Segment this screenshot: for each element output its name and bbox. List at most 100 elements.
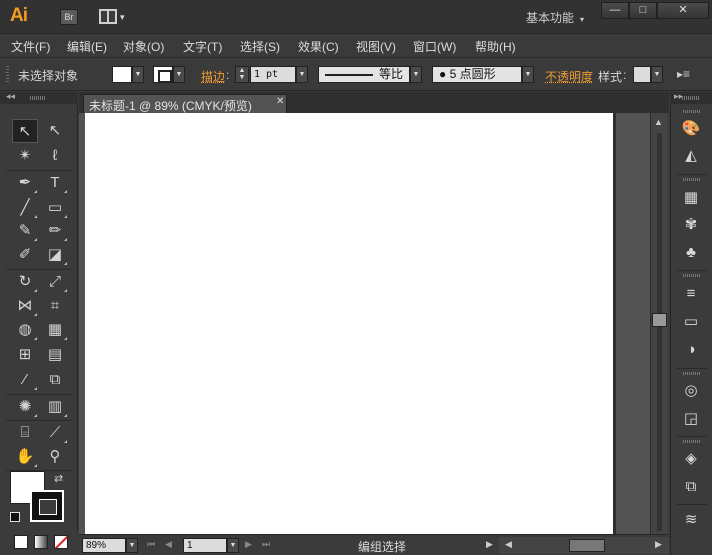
pencil-tool[interactable]: ✏ [42,219,68,243]
swatches-panel-icon[interactable]: ▦ [680,187,702,209]
rotate-tool[interactable]: ↻ [12,270,38,294]
layers-stack-panel-icon[interactable]: ≋ [680,509,702,531]
panel-grip[interactable] [682,96,700,100]
color-panel-icon[interactable]: 🎨 [680,118,702,140]
menu-help[interactable]: 帮助(H) [475,38,516,55]
stroke-panel-icon[interactable]: ≡ [680,283,702,305]
paintbrush-tool[interactable]: ✎ [12,219,38,243]
profile-dropdown[interactable]: ▼ [410,66,422,83]
zoom-input[interactable]: 89% [82,538,126,553]
scroll-up-icon[interactable]: ▲ [654,117,663,127]
scale-tool[interactable]: ⤢ [42,270,68,294]
gradient-mode-button[interactable] [34,535,48,549]
stroke-color-swatch[interactable] [153,66,173,83]
canvas-area[interactable] [79,113,650,534]
menu-object[interactable]: 对象(O) [123,38,164,55]
shape-builder-tool[interactable]: ◍ [12,318,38,342]
brush-definition[interactable]: ● 5 点圆形 [432,66,522,83]
blob-brush-tool[interactable]: ✐ [12,243,38,267]
bridge-button[interactable]: Br [60,9,78,25]
scroll-thumb[interactable] [569,539,605,552]
horizontal-scrollbar[interactable]: ◀ ▶ [499,537,669,554]
lasso-tool[interactable]: ℓ [42,144,68,168]
stroke-label[interactable]: 描边 [201,68,225,85]
zoom-tool[interactable]: ⚲ [42,445,68,469]
panel-grip[interactable] [683,372,701,375]
vertical-scrollbar[interactable]: ▲ [650,113,668,534]
stroke-weight-input[interactable]: 1 pt [250,66,296,83]
gradient-tool[interactable]: ▤ [42,343,68,367]
menu-type[interactable]: 文字(T) [183,38,222,55]
magic-wand-tool[interactable]: ✴ [12,144,38,168]
menu-file[interactable]: 文件(F) [11,38,50,55]
slice-tool[interactable]: ⟋ [42,421,68,445]
eraser-tool[interactable]: ◪ [42,243,68,267]
menu-view[interactable]: 视图(V) [356,38,396,55]
line-segment-tool[interactable]: ╱ [12,196,38,220]
artboards-panel-icon[interactable]: ⧉ [680,476,702,498]
mesh-tool[interactable]: ⊞ [12,343,38,367]
stroke-dropdown[interactable]: ▼ [173,66,185,83]
menu-select[interactable]: 选择(S) [240,38,280,55]
menu-window[interactable]: 窗口(W) [413,38,456,55]
fill-color-swatch[interactable] [112,66,132,83]
next-artboard-icon[interactable]: ▶ [245,539,252,550]
brushes-panel-icon[interactable]: ✾ [680,214,702,236]
brush-dropdown[interactable]: ▼ [522,66,534,83]
panel-grip[interactable] [683,110,701,113]
color-guide-panel-icon[interactable]: ◭ [680,145,702,167]
last-artboard-icon[interactable]: ⏭ [262,539,270,550]
first-artboard-icon[interactable]: ⏮ [147,539,155,550]
close-window-button[interactable]: ✕ [657,2,709,19]
panel-menu-icon[interactable]: ▸≡ [677,67,690,81]
style-dropdown[interactable]: ▼ [651,66,663,83]
panel-grip[interactable] [6,66,9,84]
free-transform-tool[interactable]: ⌗ [42,294,68,318]
scroll-track[interactable] [657,133,662,531]
scroll-thumb[interactable] [652,313,667,327]
artboard-dropdown[interactable]: ▼ [227,538,239,553]
swap-fill-stroke-icon[interactable]: ⇄ [54,472,63,485]
selection-tool[interactable]: ↖ [12,119,38,143]
rectangle-tool[interactable]: ▭ [42,196,68,220]
stroke-weight-dropdown[interactable]: ▼ [296,66,308,83]
blend-tool[interactable]: ⧉ [42,368,68,392]
graphic-style-swatch[interactable] [633,66,651,83]
fill-dropdown[interactable]: ▼ [132,66,144,83]
symbols-panel-icon[interactable]: ♣ [680,242,702,264]
none-mode-button[interactable] [54,535,68,549]
variable-width-profile[interactable]: 等比 [318,66,410,83]
transparency-panel-icon[interactable]: ◑ [680,339,702,361]
menu-edit[interactable]: 编辑(E) [67,38,107,55]
eyedropper-tool[interactable]: ⁄ [12,368,38,392]
panel-grip[interactable] [683,274,701,277]
panel-grip[interactable] [683,440,701,443]
scroll-left-icon[interactable]: ◀ [505,539,512,550]
stroke-color-indicator[interactable] [30,490,64,522]
menu-effect[interactable]: 效果(C) [298,38,339,55]
tools-panel-header[interactable]: ◂◂ [0,91,78,104]
document-tab[interactable]: 未标题-1 @ 89% (CMYK/预览) ✕ [83,94,287,113]
artboard-number-input[interactable]: 1 [183,538,227,553]
collapse-icon[interactable]: ◂◂ [6,91,15,102]
perspective-grid-tool[interactable]: ▦ [42,318,68,342]
default-fill-stroke-icon[interactable] [10,512,20,522]
close-icon[interactable]: ✕ [276,96,284,107]
stroke-weight-stepper[interactable]: ▲ ▼ [235,66,249,83]
type-tool[interactable]: T [42,171,68,195]
scroll-right-icon[interactable]: ▶ [655,539,662,550]
direct-selection-tool[interactable]: ↖ [42,119,68,143]
dock-header[interactable]: ▸▸ [670,91,712,104]
previous-artboard-icon[interactable]: ◀ [165,539,172,550]
zoom-dropdown[interactable]: ▼ [126,538,138,553]
hand-tool[interactable]: ✋ [12,445,38,469]
gradient-panel-icon[interactable]: ▭ [680,311,702,333]
panel-grip[interactable] [683,178,701,181]
artboard[interactable] [85,113,613,534]
graphic-styles-panel-icon[interactable]: ◲ [680,408,702,430]
layers-panel-icon[interactable]: ◈ [680,448,702,470]
symbol-sprayer-tool[interactable]: ✺ [12,395,38,419]
pen-tool[interactable]: ✒ [12,171,38,195]
minimize-button[interactable]: — [601,2,629,19]
maximize-button[interactable]: □ [629,2,657,19]
